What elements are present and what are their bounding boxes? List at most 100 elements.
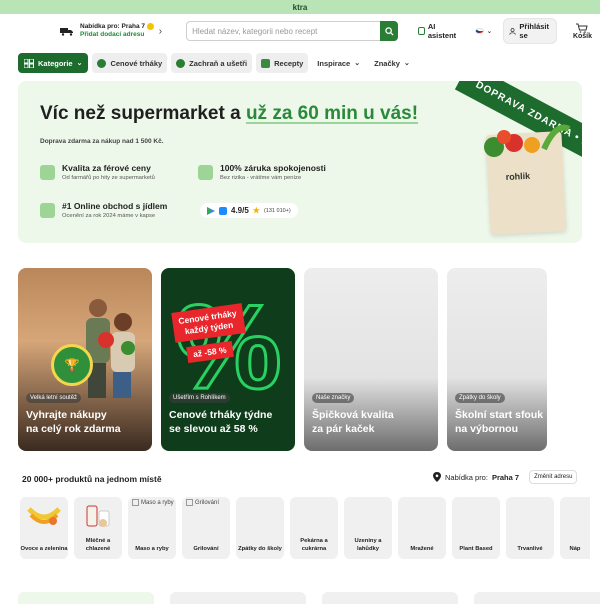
promo-card-title: Školní start sfouk na výbornou — [455, 409, 544, 435]
bottom-section-card — [170, 592, 306, 604]
category-label: Plant Based — [459, 546, 493, 552]
promo-card-title: Cenové trháky týdne se slevou až 58 % — [169, 409, 273, 435]
delivery-address-selector[interactable]: Nabídka pro: Praha 7 Přidat dodací adres… — [80, 22, 159, 39]
cutlery-icon — [261, 58, 271, 68]
chevron-right-icon[interactable]: › — [159, 26, 162, 37]
promo-card-brands[interactable]: Naše značky Špičková kvalita za pár kaček — [304, 268, 438, 451]
category-back-to-school[interactable]: Zpátky do školy — [236, 497, 284, 559]
category-list: Ovoce a zelenina Mléčné a chlazené Maso … — [20, 497, 590, 559]
chevron-down-icon: ⌄ — [486, 28, 493, 35]
rating-value: 4.9/5 — [231, 206, 249, 215]
feature-subtitle: Bez rizika - vrátíme vám peníze — [220, 175, 302, 181]
category-long-life[interactable]: Trvanlivé — [506, 497, 554, 559]
nav-recepty[interactable]: Recepty — [256, 53, 309, 73]
products-heading: 20 000+ produktů na jednom místě — [22, 474, 162, 484]
nav-cenove-trhaky-label: Cenové trháky — [110, 58, 163, 68]
broken-image-alt-text: Maso a ryby — [132, 499, 174, 507]
category-label: Mražené — [410, 546, 434, 552]
hero-subtitle: Doprava zdarma za nákup nad 1 500 Kč. — [40, 138, 164, 145]
nav-kategorie-label: Kategorie — [38, 58, 73, 68]
category-drinks[interactable]: Náp — [560, 497, 590, 559]
cart-icon — [576, 23, 589, 33]
search-button[interactable] — [380, 21, 399, 41]
hero-title: Víc než supermarket a už za 60 min u vás… — [40, 103, 418, 125]
category-label: Mléčné a chlazené — [85, 538, 111, 552]
nav-znacky-label: Značky — [374, 58, 400, 68]
star-icon: ★ — [252, 206, 260, 215]
category-label: Zpátky do školy — [238, 546, 282, 552]
nav-cenove-trhaky[interactable]: Cenové trháky — [92, 53, 168, 73]
promo-card-school[interactable]: Zpátky do školy Školní start sfouk na výb… — [447, 268, 547, 451]
rating-count: (131 010+) — [263, 207, 291, 214]
category-fruit-veg[interactable]: Ovoce a zelenina — [20, 497, 68, 559]
top-promo-strip: ktra — [0, 0, 600, 14]
feature-subtitle: Ocenění za rok 2024 máme v kapse — [62, 213, 156, 219]
category-deli[interactable]: Uzeniny a lahůdky — [344, 497, 392, 559]
box-icon — [40, 165, 55, 180]
login-button[interactable]: Přihlásit se — [503, 18, 557, 44]
delivery-truck-icon — [60, 27, 74, 36]
category-label: Pekárna a cukrárna — [300, 538, 328, 552]
location-prefix: Nabídka pro: — [445, 472, 488, 482]
category-grilling[interactable]: Grilování Grilování — [182, 497, 230, 559]
ai-assistant-button[interactable]: AI asistent — [418, 22, 457, 40]
category-frozen[interactable]: Mražené — [398, 497, 446, 559]
add-delivery-address-link[interactable]: Přidat dodací adresu — [80, 31, 159, 39]
nav-zachran[interactable]: Zachraň a ušetři — [171, 53, 253, 73]
category-label: Uzeniny a lahůdky — [354, 538, 382, 552]
nav-inspirace[interactable]: Inspirace ⌄ — [312, 53, 365, 73]
hero-title-highlight: už za 60 min u vás! — [245, 103, 419, 124]
delivery-title: Nabídka pro: Praha 7 — [80, 23, 146, 31]
info-dot-icon — [147, 22, 155, 30]
promo-card-tag: Velká letní soutěž — [26, 393, 82, 403]
feature-guarantee: 100% záruka spokojenosti Bez rizika - vrá… — [198, 163, 326, 181]
feature-award: #1 Online obchod s jídlem Ocenění za rok … — [40, 201, 167, 219]
hero-banner: Víc než supermarket a už za 60 min u vás… — [18, 81, 582, 243]
chevron-down-icon: ⌄ — [76, 60, 83, 67]
search-input[interactable]: Hledat název, kategorii nebo recept — [186, 21, 381, 41]
cart-button[interactable]: Košík — [573, 23, 592, 40]
nav-kategorie[interactable]: Kategorie ⌄ — [18, 53, 89, 73]
change-address-button[interactable]: Změnit adresu — [529, 470, 578, 484]
promo-card-tag: Ušetřím s Rohlíkem — [169, 393, 230, 403]
category-label: Ovoce a zelenina — [20, 546, 68, 552]
location-city: Praha 7 — [491, 472, 520, 482]
promo-card-tag: Zpátky do školy — [455, 393, 505, 403]
promo-card-title: Špičková kvalita za pár kaček — [312, 409, 394, 435]
bottom-section-card — [474, 592, 600, 604]
promo-card-title: Vyhrajte nákupy na celý rok zdarma — [26, 409, 121, 435]
vegetables-image — [484, 124, 571, 157]
category-plant-based[interactable]: Plant Based — [452, 497, 500, 559]
hero-title-part1: Víc než supermarket a — [40, 103, 246, 124]
promo-card-contest[interactable]: 🏆 Velká letní soutěž Vyhrajte nákupy na c… — [18, 268, 152, 451]
category-dairy[interactable]: Mléčné a chlazené — [74, 497, 122, 559]
feature-title: Kvalita za férové ceny — [62, 163, 151, 173]
bananas-image — [27, 507, 61, 525]
google-play-icon — [207, 206, 215, 215]
app-store-icon — [219, 206, 227, 215]
category-label: Grilování — [193, 546, 219, 552]
nav-inspirace-label: Inspirace — [317, 58, 351, 68]
category-meat-fish[interactable]: Maso a ryby Maso a ryby — [128, 497, 176, 559]
nav-znacky[interactable]: Značky ⌄ — [369, 53, 415, 73]
promo-card-tag: Naše značky — [312, 393, 355, 403]
language-selector[interactable]: ⌄ — [475, 27, 492, 35]
bag-brand: rohlik — [505, 170, 531, 183]
category-label: Trvanlivé — [517, 546, 543, 552]
category-label: Náp — [569, 546, 581, 552]
login-label: Přihlásit se — [519, 22, 550, 40]
app-rating-badge[interactable]: 4.9/5 ★ (131 010+) — [200, 203, 298, 218]
nav-zachran-label: Zachraň a ušetři — [189, 58, 248, 68]
feature-title: 100% záruka spokojenosti — [220, 163, 326, 173]
nav-recepty-label: Recepty — [274, 58, 304, 68]
promo-card-price-hits[interactable]: % Cenové trhákykaždý týden až -58 % Ušet… — [161, 268, 295, 451]
broken-image-alt-text: Grilování — [186, 499, 219, 507]
ai-assistant-icon — [418, 27, 425, 35]
location-bar: Nabídka pro: Praha 7 Změnit adresu — [433, 470, 578, 484]
feature-title: #1 Online obchod s jídlem — [62, 201, 168, 211]
top-promo-text: ktra — [292, 2, 308, 12]
dairy-image — [86, 505, 110, 527]
category-bakery[interactable]: Pekárna a cukrárna — [290, 497, 338, 559]
feature-quality: Kvalita za férové ceny Od farmářů po hity… — [40, 163, 155, 181]
percent-badge-icon — [97, 58, 107, 68]
